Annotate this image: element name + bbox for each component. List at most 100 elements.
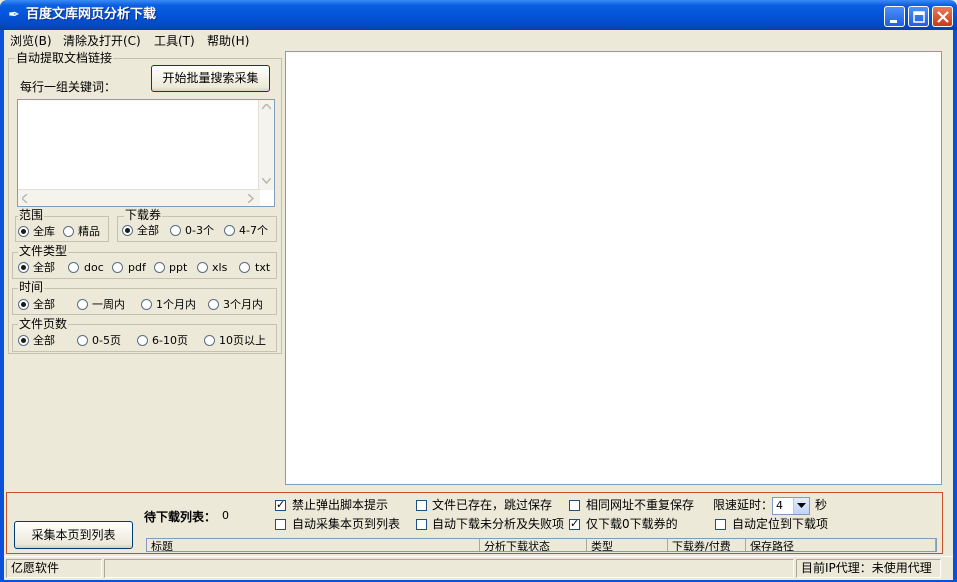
close-icon bbox=[937, 11, 949, 23]
scroll-right-icon bbox=[248, 194, 254, 203]
menu-tools[interactable]: 工具(T) bbox=[154, 33, 195, 49]
coupon-all-label: 全部 bbox=[137, 224, 159, 237]
auto-collect-label: 自动采集本页到列表 bbox=[292, 517, 401, 531]
coupon-4-7-label: 4-7个 bbox=[239, 224, 268, 237]
filetype-pdf-label: pdf bbox=[128, 261, 146, 274]
time-3months-label: 3个月内 bbox=[223, 298, 263, 311]
coupon-0-3-radio[interactable] bbox=[170, 225, 181, 236]
filetype-ppt-label: ppt bbox=[169, 261, 188, 274]
filetype-xls-label: xls bbox=[212, 261, 228, 274]
coupon-0-3-label: 0-3个 bbox=[185, 224, 214, 237]
pages-legend: 文件页数 bbox=[18, 317, 69, 331]
filetype-txt-label: txt bbox=[255, 261, 271, 274]
delay-select[interactable]: 4 bbox=[772, 497, 810, 515]
filetype-doc-label: doc bbox=[84, 261, 104, 274]
menu-clear-open[interactable]: 清除及打开(C) bbox=[63, 33, 141, 49]
feather-pen-icon: ✒ bbox=[8, 7, 20, 23]
pages-10plus-radio[interactable] bbox=[204, 335, 215, 346]
browser-view[interactable] bbox=[285, 51, 942, 485]
column-title[interactable]: 标题 bbox=[147, 539, 480, 551]
chevron-down-icon bbox=[797, 503, 806, 508]
maximize-button[interactable] bbox=[908, 6, 929, 27]
time-3months-radio[interactable] bbox=[208, 299, 219, 310]
delay-value: 4 bbox=[776, 499, 783, 512]
left-panel: 自动提取文档链接 每行一组关键词： 开始批量搜索采集 范围 全库 精品 下载券 … bbox=[6, 51, 284, 485]
filetype-doc-radio[interactable] bbox=[68, 262, 79, 273]
range-all-label: 全库 bbox=[33, 225, 55, 238]
column-type[interactable]: 类型 bbox=[587, 539, 668, 551]
filetype-all-radio[interactable] bbox=[18, 262, 29, 273]
window-frame-left bbox=[0, 30, 4, 582]
status-middle bbox=[104, 559, 794, 578]
time-month-label: 1个月内 bbox=[156, 298, 196, 311]
column-save-path[interactable]: 保存路径 bbox=[746, 539, 936, 551]
download-list[interactable]: 标题 分析下载状态 类型 下载券/付费 保存路径 bbox=[146, 538, 937, 552]
time-week-label: 一周内 bbox=[92, 298, 125, 311]
delay-label: 限速延时： bbox=[713, 498, 774, 512]
auto-download-label: 自动下载未分析及失败项 bbox=[432, 517, 565, 531]
only-zero-coupon-label: 仅下载0下载券的 bbox=[586, 517, 678, 531]
time-all-radio[interactable] bbox=[18, 299, 29, 310]
pending-label: 待下载列表： bbox=[144, 510, 217, 524]
time-week-radio[interactable] bbox=[77, 299, 88, 310]
window-frame-right bbox=[953, 30, 957, 582]
delay-unit: 秒 bbox=[815, 498, 828, 512]
block-script-checkbox[interactable] bbox=[275, 498, 286, 512]
status-proxy: 目前IP代理：未使用代理 bbox=[796, 559, 941, 578]
range-premium-label: 精品 bbox=[78, 225, 100, 238]
menu-browse[interactable]: 浏览(B) bbox=[10, 33, 52, 49]
pages-all-radio[interactable] bbox=[18, 335, 29, 346]
close-button[interactable] bbox=[932, 6, 953, 27]
time-all-label: 全部 bbox=[33, 298, 55, 311]
keywords-textarea[interactable] bbox=[17, 99, 275, 207]
range-premium-radio[interactable] bbox=[63, 226, 74, 237]
coupon-4-7-radio[interactable] bbox=[224, 225, 235, 236]
pages-10plus-label: 10页以上 bbox=[219, 334, 266, 347]
status-bar: 亿愿软件 目前IP代理：未使用代理 bbox=[4, 556, 953, 580]
column-status[interactable]: 分析下载状态 bbox=[480, 539, 587, 551]
column-coupon[interactable]: 下载券/付费 bbox=[668, 539, 746, 551]
auto-locate-checkbox[interactable] bbox=[715, 519, 726, 530]
pages-0-5-label: 0-5页 bbox=[92, 334, 121, 347]
status-company: 亿愿软件 bbox=[6, 559, 102, 578]
time-month-radio[interactable] bbox=[141, 299, 152, 310]
batch-search-button[interactable]: 开始批量搜索采集 bbox=[151, 65, 270, 92]
pages-6-10-label: 6-10页 bbox=[152, 334, 188, 347]
pages-6-10-radio[interactable] bbox=[137, 335, 148, 346]
window-title: 百度文库网页分析下载 bbox=[26, 7, 157, 22]
filetype-pdf-radio[interactable] bbox=[112, 262, 123, 273]
keywords-label: 每行一组关键词： bbox=[20, 80, 117, 94]
filetype-ppt-radio[interactable] bbox=[154, 262, 165, 273]
menu-help[interactable]: 帮助(H) bbox=[207, 33, 249, 49]
auto-locate-label: 自动定位到下载项 bbox=[732, 517, 829, 531]
coupon-legend: 下载券 bbox=[124, 208, 163, 222]
delay-dropdown-button[interactable] bbox=[793, 498, 809, 514]
range-all-radio[interactable] bbox=[18, 226, 29, 237]
scroll-up-icon bbox=[262, 104, 271, 110]
auto-extract-legend: 自动提取文档链接 bbox=[15, 51, 114, 65]
same-url-once-label: 相同网址不重复保存 bbox=[586, 498, 695, 512]
only-zero-coupon-checkbox[interactable] bbox=[569, 517, 580, 531]
coupon-all-radio[interactable] bbox=[122, 225, 133, 236]
filetype-legend: 文件类型 bbox=[18, 244, 69, 258]
file-exists-skip-label: 文件已存在，跳过保存 bbox=[432, 498, 553, 512]
filetype-xls-radio[interactable] bbox=[197, 262, 208, 273]
minimize-button[interactable] bbox=[884, 6, 905, 27]
filetype-all-label: 全部 bbox=[33, 261, 55, 274]
auto-collect-checkbox[interactable] bbox=[275, 519, 286, 530]
file-exists-skip-checkbox[interactable] bbox=[416, 500, 427, 511]
vertical-scrollbar[interactable] bbox=[258, 100, 274, 190]
maximize-icon bbox=[913, 11, 925, 23]
block-script-label: 禁止弹出脚本提示 bbox=[292, 498, 389, 512]
collect-page-button[interactable]: 采集本页到列表 bbox=[14, 521, 133, 549]
time-legend: 时间 bbox=[18, 280, 45, 294]
same-url-once-checkbox[interactable] bbox=[569, 500, 580, 511]
pending-count: 0 bbox=[222, 509, 229, 522]
horizontal-scrollbar[interactable] bbox=[18, 189, 260, 206]
pages-0-5-radio[interactable] bbox=[77, 335, 88, 346]
minimize-icon bbox=[890, 20, 897, 23]
filetype-txt-radio[interactable] bbox=[239, 262, 250, 273]
auto-download-checkbox[interactable] bbox=[416, 519, 427, 530]
pages-all-label: 全部 bbox=[33, 334, 55, 347]
scroll-left-icon bbox=[22, 194, 28, 203]
